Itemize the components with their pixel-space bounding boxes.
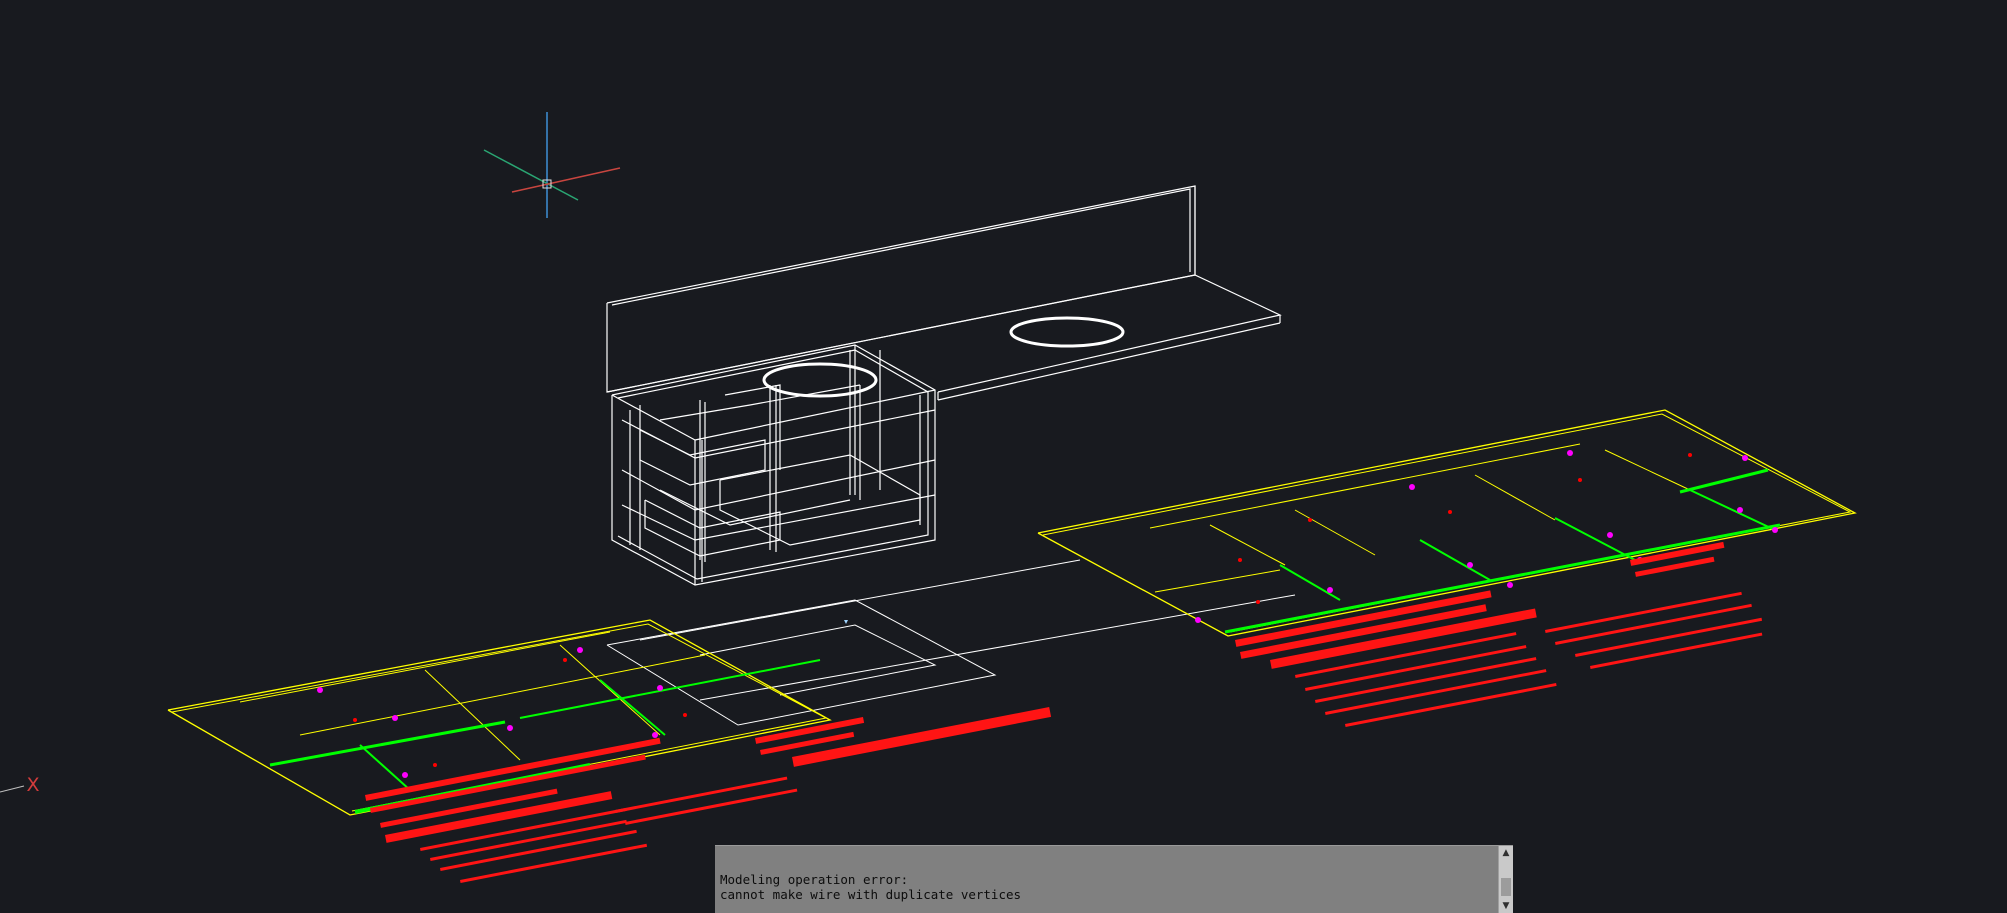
x-axis-label: X [26,774,39,796]
command-history: Modeling operation error: cannot make wi… [720,872,1021,902]
scroll-up-arrow-icon[interactable]: ▲ [1499,846,1513,860]
sheet-right-labels [1235,541,1763,727]
floor-outline[interactable] [606,559,1296,726]
cursor-marker [844,620,848,624]
ucs-icon [483,112,621,218]
command-line-window[interactable]: Modeling operation error: cannot make wi… [715,845,1513,913]
command-history-line: cannot make wire with duplicate vertices [720,887,1022,902]
scroll-thumb[interactable] [1501,878,1511,896]
command-scrollbar[interactable]: ▲ ▼ [1498,846,1513,913]
command-history-line: Modeling operation error: [720,872,909,887]
world-x-axis-indicator: X [0,774,40,796]
model-viewport[interactable] [0,0,2007,912]
vanity-cabinet-wireframe[interactable] [606,185,1282,586]
scroll-down-arrow-icon[interactable]: ▼ [1499,899,1513,913]
